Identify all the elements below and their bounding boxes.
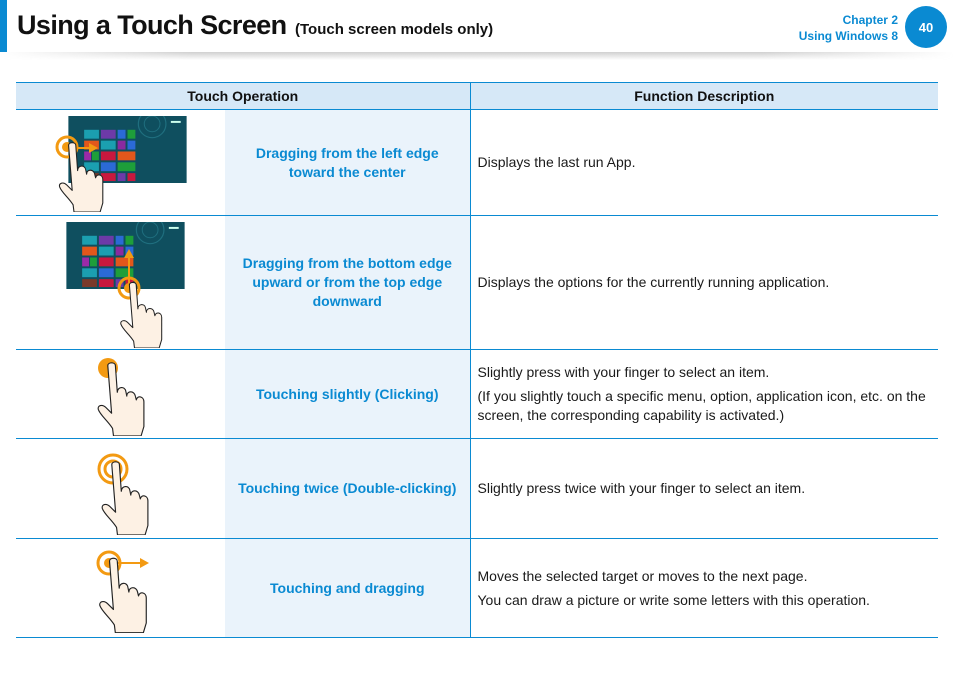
- column-header-touch-operation: Touch Operation: [16, 82, 471, 110]
- header-divider: [0, 52, 954, 60]
- description-line: You can draw a picture or write some let…: [477, 591, 870, 608]
- arrow-right-icon: [140, 558, 149, 568]
- table-row: Touching twice (Double-clicking) Slightl…: [16, 438, 938, 539]
- chapter-name: Using Windows 8: [798, 29, 898, 43]
- operation-name: Touching twice (Double-clicking): [225, 438, 471, 539]
- description-line: Displays the last run App.: [477, 154, 636, 170]
- operation-name: Touching and dragging: [225, 538, 471, 638]
- operation-description: Slightly press with your finger to selec…: [470, 349, 938, 439]
- touch-operations-table: Touch Operation Function Description Dra…: [16, 82, 938, 638]
- table-row: Touching and dragging Moves the selected…: [16, 538, 938, 638]
- swipe-bottom-edge-illustration: [16, 215, 225, 350]
- hand-icon: [99, 557, 147, 633]
- chapter-label: Chapter 2 Using Windows 8: [799, 12, 898, 44]
- table-header-row: Touch Operation Function Description: [16, 82, 938, 110]
- tap-illustration: [16, 349, 225, 439]
- swipe-left-edge-illustration: [16, 109, 225, 216]
- description-line: Moves the selected target or moves to th…: [477, 567, 808, 584]
- description-line: Displays the options for the currently r…: [477, 274, 830, 290]
- table-row: Dragging from the bottom edge upward or …: [16, 215, 938, 350]
- operation-description: Slightly press twice with your finger to…: [470, 438, 938, 539]
- operation-name: Touching slightly (Clicking): [225, 349, 471, 439]
- touch-drag-illustration: [16, 538, 225, 638]
- chapter-number: Chapter 2: [842, 13, 898, 27]
- column-header-function-description: Function Description: [470, 82, 938, 110]
- description-line: Slightly press with your finger to selec…: [477, 364, 770, 380]
- page-number-badge: 40: [905, 6, 947, 48]
- header-accent-bar: [0, 0, 7, 52]
- description-line: Slightly press twice with your finger to…: [477, 480, 806, 496]
- page-title: Using a Touch Screen (Touch screen model…: [17, 10, 493, 41]
- operation-name: Dragging from the bottom edge upward or …: [225, 215, 471, 350]
- page-title-main: Using a Touch Screen: [17, 10, 287, 40]
- double-tap-illustration: [16, 438, 225, 539]
- table-row: Dragging from the left edge toward the c…: [16, 109, 938, 216]
- operation-name: Dragging from the left edge toward the c…: [225, 109, 471, 216]
- table-row: Touching slightly (Clicking) Slightly pr…: [16, 349, 938, 439]
- operation-description: Moves the selected target or moves to th…: [470, 538, 938, 638]
- operation-description: Displays the options for the currently r…: [470, 215, 938, 350]
- operation-description: Displays the last run App.: [470, 109, 938, 216]
- page-title-subtitle: (Touch screen models only): [295, 21, 494, 38]
- description-line: (If you slightly touch a specific menu, …: [477, 388, 926, 423]
